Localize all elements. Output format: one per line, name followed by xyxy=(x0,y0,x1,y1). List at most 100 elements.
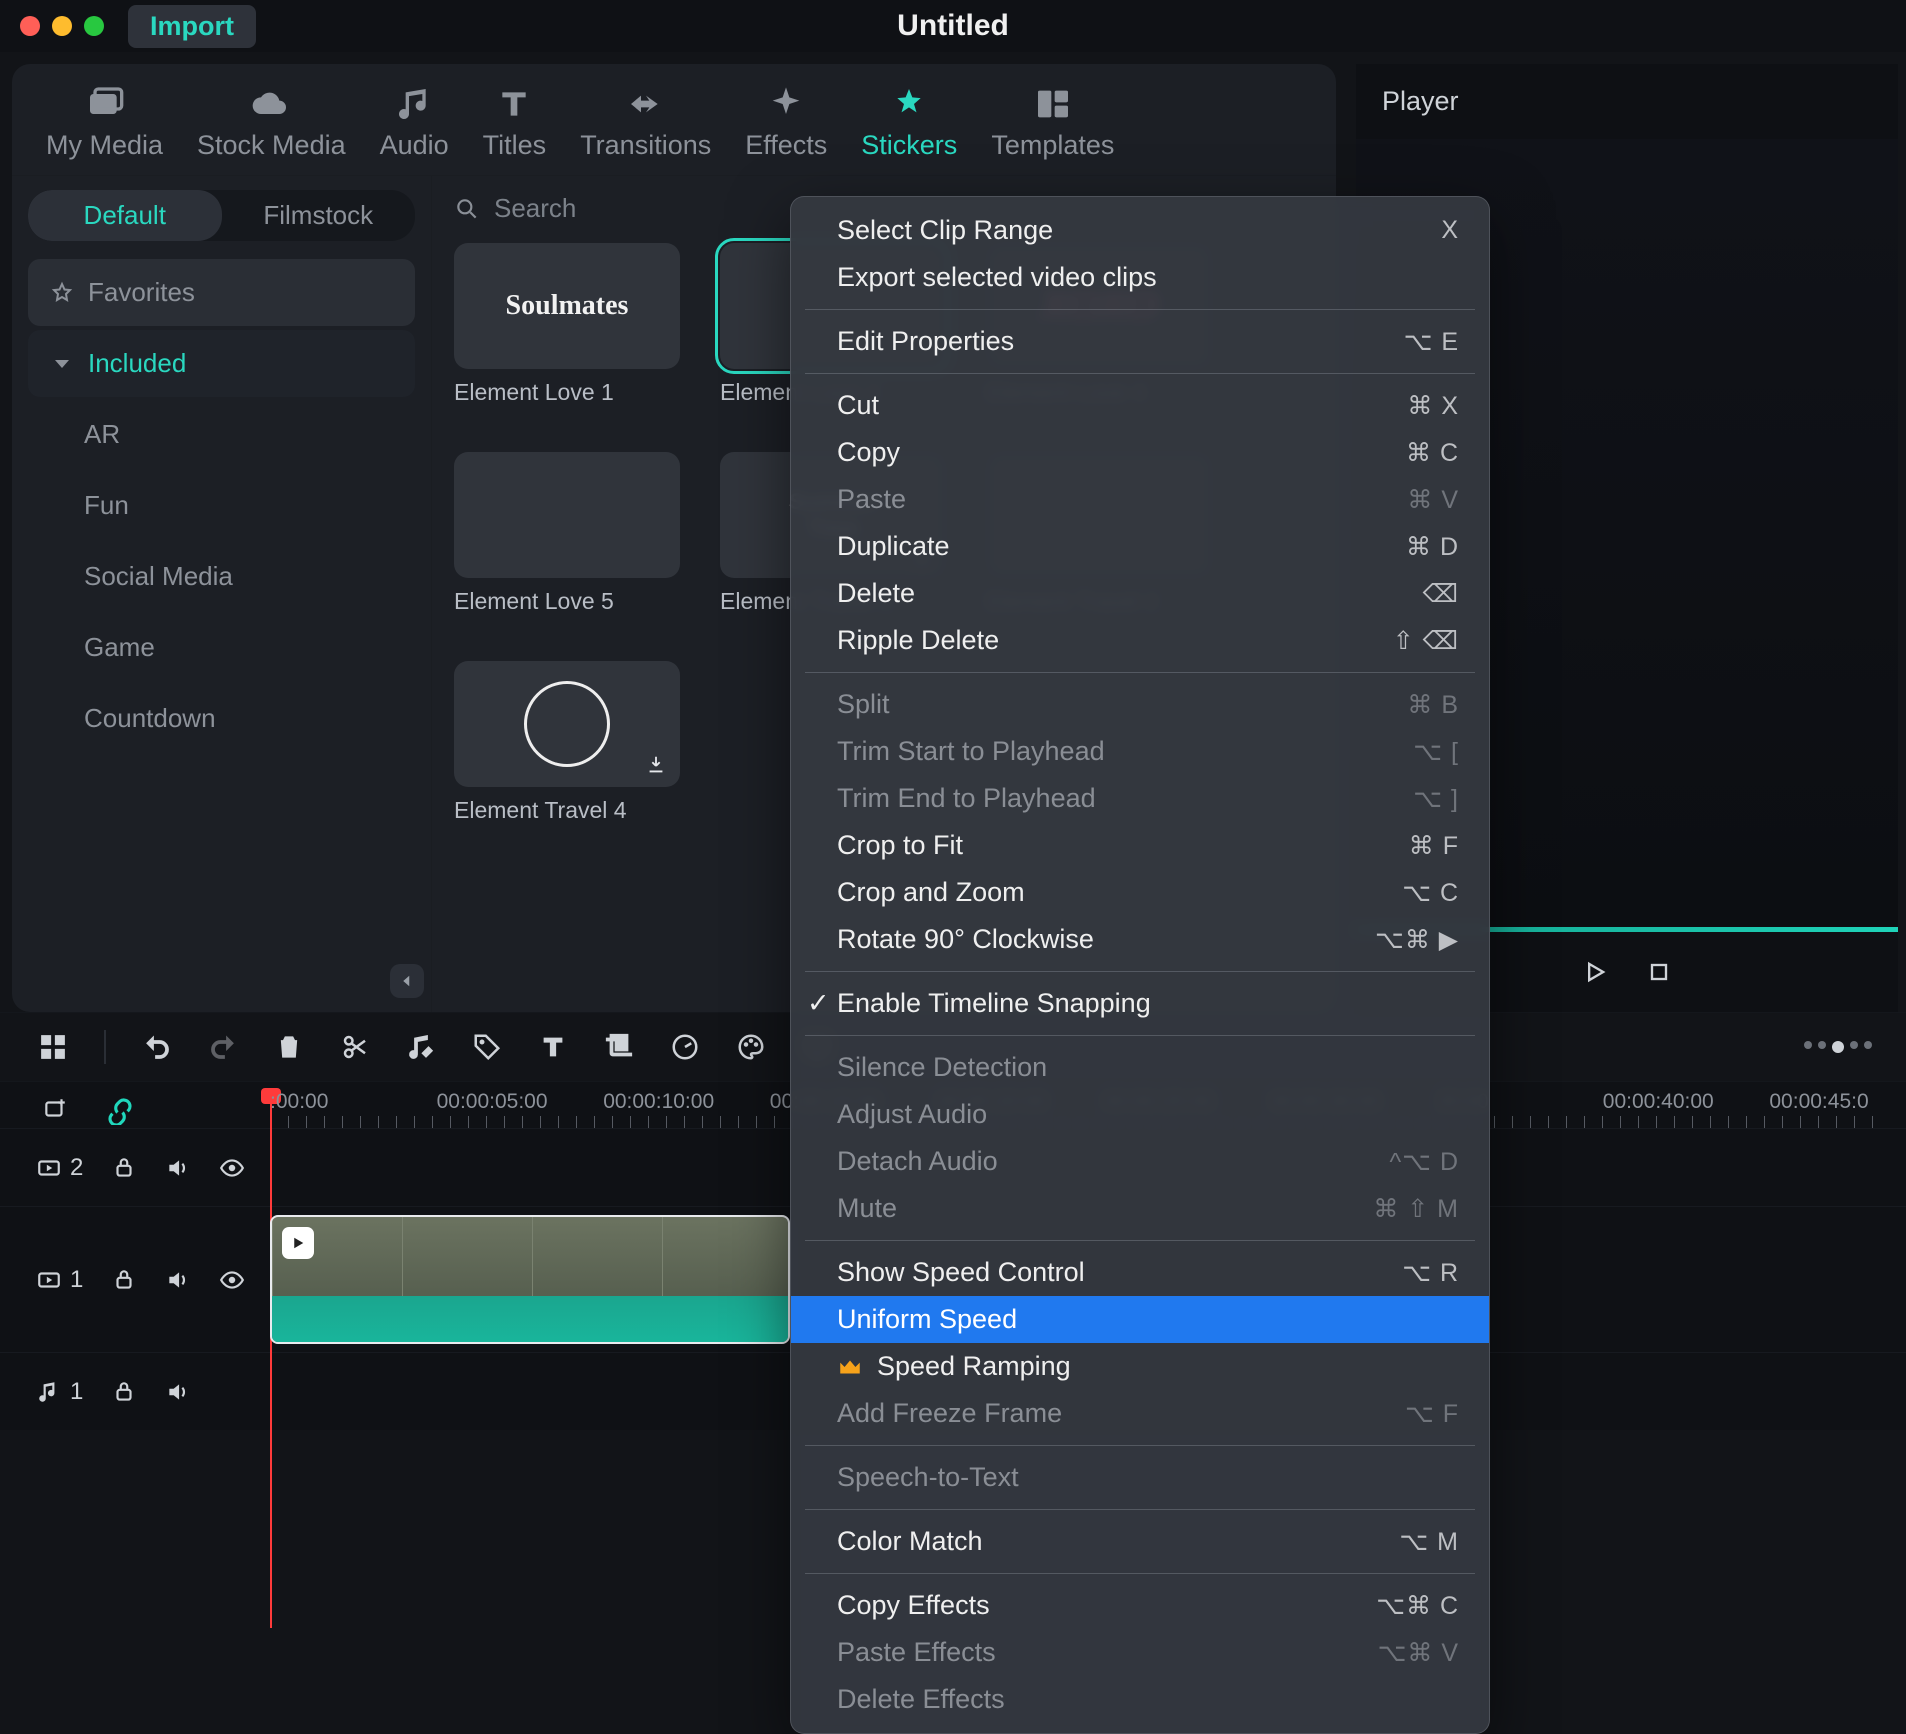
sidebar-item-label: Favorites xyxy=(88,277,195,308)
color-button[interactable] xyxy=(732,1028,770,1066)
menu-item[interactable]: Select Clip RangeX xyxy=(791,207,1489,254)
menu-item[interactable]: Export selected video clips xyxy=(791,254,1489,301)
menu-shortcut: ⌥ M xyxy=(1399,1527,1459,1557)
eye-icon[interactable] xyxy=(219,1155,245,1181)
eye-icon[interactable] xyxy=(219,1267,245,1293)
menu-item[interactable]: Copy Effects⌥⌘ C xyxy=(791,1582,1489,1629)
add-track-button[interactable] xyxy=(38,1092,72,1126)
menu-shortcut: ⌘ D xyxy=(1406,532,1459,562)
menu-item-label: Crop to Fit xyxy=(837,830,963,861)
zoom-indicator[interactable] xyxy=(1804,1041,1872,1053)
marker-button[interactable] xyxy=(468,1028,506,1066)
menu-item: Paste⌘ V xyxy=(791,476,1489,523)
delete-button[interactable] xyxy=(270,1028,308,1066)
menu-item-label: Delete xyxy=(837,578,915,609)
menu-item[interactable]: Show Speed Control⌥ R xyxy=(791,1249,1489,1296)
sidebar-item-ar[interactable]: AR xyxy=(28,401,415,468)
tab-label: Stock Media xyxy=(197,130,346,161)
play-button[interactable] xyxy=(1577,954,1613,990)
lock-icon[interactable] xyxy=(111,1155,137,1181)
sidebar-item-countdown[interactable]: Countdown xyxy=(28,685,415,752)
mute-icon[interactable] xyxy=(165,1379,191,1405)
crop-button[interactable] xyxy=(600,1028,638,1066)
redo-button[interactable] xyxy=(204,1028,242,1066)
link-toggle[interactable] xyxy=(100,1090,140,1130)
sticker-thumb[interactable]: Element Love 1 xyxy=(454,243,680,406)
grid-toggle-button[interactable] xyxy=(34,1028,72,1066)
source-toggle: Default Filmstock xyxy=(28,190,415,241)
tab-titles[interactable]: Titles xyxy=(475,78,555,167)
menu-item[interactable]: Copy⌘ C xyxy=(791,429,1489,476)
sidebar-item-game[interactable]: Game xyxy=(28,614,415,681)
sidebar-item-social-media[interactable]: Social Media xyxy=(28,543,415,610)
sticker-thumb[interactable]: Element Travel 4 xyxy=(454,661,680,824)
source-default[interactable]: Default xyxy=(28,190,222,241)
tab-audio[interactable]: Audio xyxy=(372,78,457,167)
tab-stickers[interactable]: Stickers xyxy=(853,78,965,167)
audio-edit-button[interactable] xyxy=(402,1028,440,1066)
tag-icon xyxy=(472,1032,502,1062)
menu-item[interactable]: Delete⌫ xyxy=(791,570,1489,617)
undo-icon xyxy=(142,1032,172,1062)
stop-button[interactable] xyxy=(1641,954,1677,990)
tab-effects[interactable]: Effects xyxy=(737,78,835,167)
sticker-thumb[interactable]: Element Love 5 xyxy=(454,452,680,615)
menu-item[interactable]: Edit Properties⌥ E xyxy=(791,318,1489,365)
text-icon xyxy=(538,1032,568,1062)
menu-item[interactable]: Uniform Speed xyxy=(791,1296,1489,1343)
sidebar-favorites[interactable]: Favorites xyxy=(28,259,415,326)
text-tool-button[interactable] xyxy=(534,1028,572,1066)
minimize-window-button[interactable] xyxy=(52,16,72,36)
menu-item-label: Color Match xyxy=(837,1526,983,1557)
tab-transitions[interactable]: Transitions xyxy=(572,78,719,167)
timeline-clip[interactable] xyxy=(270,1215,790,1344)
close-window-button[interactable] xyxy=(20,16,40,36)
import-button[interactable]: Import xyxy=(128,5,256,48)
lock-icon[interactable] xyxy=(111,1379,137,1405)
menu-item[interactable]: Cut⌘ X xyxy=(791,382,1489,429)
zoom-window-button[interactable] xyxy=(84,16,104,36)
tab-templates[interactable]: Templates xyxy=(983,78,1122,167)
menu-shortcut: ⌘ B xyxy=(1407,690,1459,720)
menu-item-label: Trim End to Playhead xyxy=(837,783,1096,814)
menu-item[interactable]: Crop and Zoom⌥ C xyxy=(791,869,1489,916)
menu-item[interactable]: Enable Timeline Snapping xyxy=(791,980,1489,1027)
menu-item: Adjust Audio xyxy=(791,1091,1489,1138)
menu-item[interactable]: Color Match ⌥ M xyxy=(791,1518,1489,1565)
menu-item-label: Speech-to-Text xyxy=(837,1462,1019,1493)
track-header: 1 xyxy=(0,1378,270,1406)
tab-stock-media[interactable]: Stock Media xyxy=(189,78,354,167)
sidebar-item-label: Included xyxy=(88,348,186,379)
menu-shortcut: ⌥⌘ ▶ xyxy=(1375,925,1459,955)
thumb-label: Element Love 5 xyxy=(454,588,680,615)
speed-button[interactable] xyxy=(666,1028,704,1066)
menu-item-label: Cut xyxy=(837,390,879,421)
split-button[interactable] xyxy=(336,1028,374,1066)
lock-icon[interactable] xyxy=(111,1267,137,1293)
menu-item[interactable]: Ripple Delete⇧ ⌫ xyxy=(791,617,1489,664)
menu-item[interactable]: Duplicate⌘ D xyxy=(791,523,1489,570)
source-filmstock[interactable]: Filmstock xyxy=(222,190,416,241)
sidebar-item-fun[interactable]: Fun xyxy=(28,472,415,539)
tab-my-media[interactable]: My Media xyxy=(38,78,171,167)
sidebar-included[interactable]: Included xyxy=(28,330,415,397)
menu-shortcut: X xyxy=(1441,216,1459,245)
menu-item: Split⌘ B xyxy=(791,681,1489,728)
mute-icon[interactable] xyxy=(165,1155,191,1181)
download-icon xyxy=(645,754,667,776)
search-input[interactable] xyxy=(492,192,792,225)
menu-item[interactable]: Speed Ramping xyxy=(791,1343,1489,1390)
download-button[interactable] xyxy=(642,751,670,779)
menu-item[interactable]: Crop to Fit⌘ F xyxy=(791,822,1489,869)
sticker-sidebar: Default Filmstock Favorites Included AR … xyxy=(12,176,432,1012)
sidebar-collapse-button[interactable] xyxy=(390,964,424,998)
trash-icon xyxy=(274,1032,304,1062)
menu-shortcut: ⌥ [ xyxy=(1413,737,1459,767)
menu-item[interactable]: Rotate 90° Clockwise ⌥⌘ ▶ xyxy=(791,916,1489,963)
templates-icon xyxy=(1031,84,1075,124)
menu-shortcut: ⌥⌘ C xyxy=(1376,1591,1459,1621)
menu-item-label: Rotate 90° Clockwise xyxy=(837,924,1094,955)
undo-button[interactable] xyxy=(138,1028,176,1066)
window-controls xyxy=(20,16,104,36)
mute-icon[interactable] xyxy=(165,1267,191,1293)
